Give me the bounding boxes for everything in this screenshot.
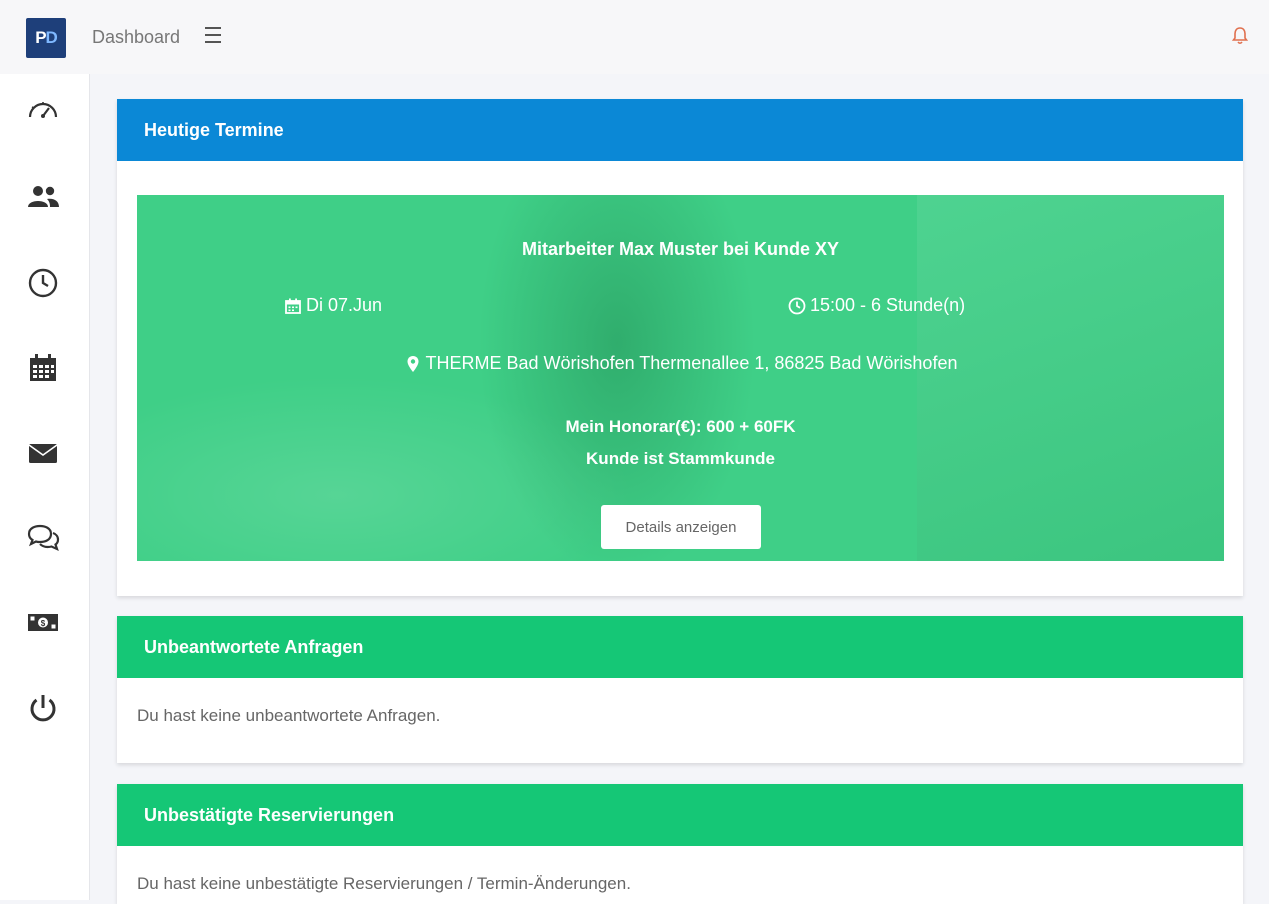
unanswered-requests-card: Unbeantwortete Anfragen Du hast keine un… xyxy=(117,616,1243,763)
breadcrumb-dashboard[interactable]: Dashboard xyxy=(92,27,180,48)
today-appointments-card: Heutige Termine Mitarbeiter Max Muster b… xyxy=(117,99,1243,596)
sidebar-item-chat[interactable] xyxy=(22,517,64,559)
unconfirmed-reservations-empty-text: Du hast keine unbestätigte Reservierunge… xyxy=(137,874,631,893)
bell-icon[interactable] xyxy=(1230,26,1250,46)
calendar-icon xyxy=(285,298,301,314)
appointment-time: 15:00 - 6 Stunde(n) xyxy=(788,295,965,316)
top-bar: PD Dashboard xyxy=(0,0,1269,74)
sidebar-item-logout[interactable] xyxy=(22,687,64,729)
appointment-location: THERME Bad Wörishofen Thermenallee 1, 86… xyxy=(137,353,1224,374)
sidebar-item-dashboard[interactable] xyxy=(22,91,64,133)
sidebar-item-customers[interactable] xyxy=(22,176,64,218)
money-icon: $ xyxy=(28,614,58,631)
svg-text:$: $ xyxy=(41,619,46,628)
unconfirmed-reservations-header: Unbestätigte Reservierungen xyxy=(117,784,1243,846)
hamburger-icon[interactable] xyxy=(205,27,221,43)
appointment-tile: Mitarbeiter Max Muster bei Kunde XY Di 0… xyxy=(137,195,1224,561)
appointment-date: Di 07.Jun xyxy=(284,295,382,316)
map-marker-icon xyxy=(407,355,419,372)
app-logo[interactable]: PD xyxy=(26,18,66,58)
sidebar-item-messages[interactable] xyxy=(22,432,64,474)
chat-icon xyxy=(27,524,60,552)
unanswered-requests-empty-text: Du hast keine unbeantwortete Anfragen. xyxy=(137,706,441,725)
sidebar-item-payments[interactable]: $ xyxy=(22,601,64,643)
today-appointments-header: Heutige Termine xyxy=(117,99,1243,161)
appointment-title: Mitarbeiter Max Muster bei Kunde XY xyxy=(521,239,840,259)
appointment-fee: Mein Honorar(€): 600 + 60FK xyxy=(565,417,796,436)
sidebar-item-history[interactable] xyxy=(22,262,64,304)
calendar-icon xyxy=(30,354,56,381)
details-button[interactable]: Details anzeigen xyxy=(601,505,761,549)
envelope-icon xyxy=(28,444,58,463)
sidebar-item-calendar[interactable] xyxy=(22,347,64,389)
users-icon xyxy=(28,186,59,207)
speedometer-icon xyxy=(28,102,58,118)
unconfirmed-reservations-card: Unbestätigte Reservierungen Du hast kein… xyxy=(117,784,1243,904)
unanswered-requests-header: Unbeantwortete Anfragen xyxy=(117,616,1243,678)
clock-icon xyxy=(788,297,806,314)
appointment-customer-status: Kunde ist Stammkunde xyxy=(586,449,775,468)
power-icon xyxy=(30,695,56,722)
sidebar: $ xyxy=(0,74,90,900)
clock-icon xyxy=(28,268,58,298)
